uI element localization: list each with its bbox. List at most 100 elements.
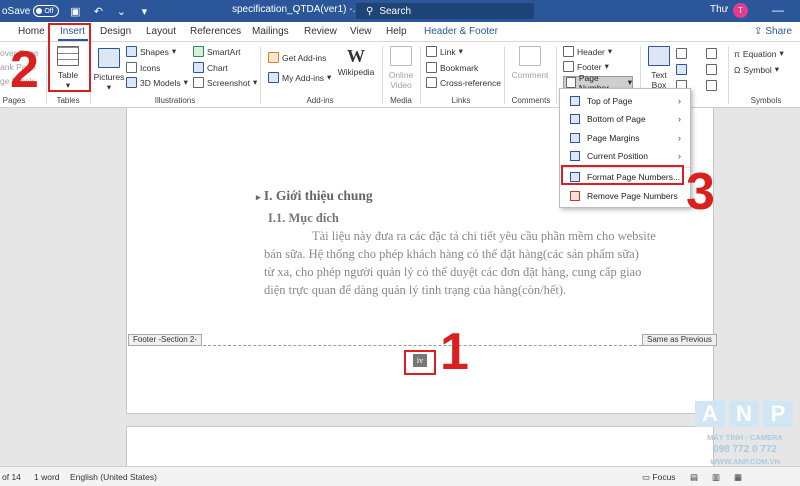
same-as-previous-tag: Same as Previous: [642, 334, 717, 346]
heading-1[interactable]: ▸ I. Giới thiệu chung: [256, 188, 373, 204]
undo-icon[interactable]: ↶: [91, 4, 105, 18]
link-button[interactable]: Link ▾: [426, 46, 463, 57]
menu-item-remove-page-numbers[interactable]: Remove Page Numbers: [560, 187, 692, 205]
paragraph-line: Tài liệu này đưa ra các đặc tả chi tiết …: [312, 229, 656, 243]
body-paragraph[interactable]: Tài liệu này đưa ra các đặc tả chi tiết …: [264, 227, 656, 299]
object-button[interactable]: [706, 80, 717, 91]
tab-references[interactable]: References: [190, 26, 241, 37]
tab-review[interactable]: Review: [304, 26, 337, 37]
chart-icon: [193, 62, 204, 73]
annotation-step-1: 1: [440, 323, 469, 381]
heading-2[interactable]: I.1. Mục đích: [268, 211, 339, 226]
tab-design[interactable]: Design: [100, 26, 131, 37]
tab-home[interactable]: Home: [18, 26, 45, 37]
search-box[interactable]: ⚲ Search: [356, 3, 534, 19]
tab-view[interactable]: View: [350, 26, 372, 37]
signature-line-button[interactable]: [706, 48, 717, 59]
menu-item-current-position[interactable]: Current Position ›: [560, 147, 692, 165]
smartart-icon: [193, 46, 204, 57]
watermark-line-2: 098 772 0 772: [713, 444, 777, 455]
group-label-symbols: Symbols: [750, 96, 782, 105]
watermark-letter: P: [763, 401, 793, 427]
bookmark-icon: [426, 62, 437, 73]
wordart-button[interactable]: [676, 64, 687, 75]
share-button[interactable]: ⇪ Share: [754, 26, 792, 37]
word-count[interactable]: 1 word: [34, 472, 60, 482]
screenshot-button[interactable]: Screenshot ▾: [193, 77, 257, 88]
minimize-button[interactable]: —: [766, 3, 790, 19]
online-video-button[interactable]: Online Video: [386, 46, 416, 90]
3d-models-icon: [126, 77, 137, 88]
icons-button[interactable]: Icons: [126, 62, 160, 73]
text-box-icon: [648, 46, 670, 66]
bookmark-button[interactable]: Bookmark: [426, 62, 478, 73]
my-add-ins-icon: [268, 72, 279, 83]
chevron-right-icon: ›: [678, 114, 681, 124]
collapse-arrow-icon[interactable]: ▸: [256, 192, 261, 202]
my-add-ins-button[interactable]: My Add-ins ▾: [268, 72, 331, 83]
tab-header-footer[interactable]: Header & Footer: [424, 26, 498, 37]
smartart-button[interactable]: SmartArt: [193, 46, 241, 57]
footer-boundary: [128, 345, 712, 346]
video-icon: [390, 46, 412, 66]
footer-button[interactable]: Footer ▾: [563, 61, 609, 72]
focus-icon: ▭: [642, 472, 651, 482]
read-mode-icon[interactable]: ▤: [690, 472, 698, 483]
focus-button[interactable]: ▭ Focus: [642, 472, 676, 483]
menu-item-page-margins[interactable]: Page Margins ›: [560, 129, 692, 147]
autosave-toggle[interactable]: Off: [33, 5, 60, 17]
language-indicator[interactable]: English (United States): [70, 472, 157, 482]
annotation-step-3: 3: [686, 163, 715, 221]
get-add-ins-button[interactable]: Get Add-ins: [268, 52, 326, 63]
chart-button[interactable]: Chart: [193, 62, 228, 73]
equation-button[interactable]: π Equation ▾: [734, 48, 784, 59]
date-time-button[interactable]: [706, 64, 717, 75]
quick-access-more-icon[interactable]: ▾: [137, 4, 151, 18]
print-layout-icon[interactable]: ▥: [712, 472, 720, 483]
document-name: specification_QTDA(ver1) -...: [232, 4, 361, 15]
shapes-button[interactable]: Shapes ▾: [126, 46, 176, 57]
tab-mailings[interactable]: Mailings: [252, 26, 289, 37]
status-bar: of 14 1 word English (United States) ▭ F…: [0, 466, 800, 486]
text-box-button[interactable]: Text Box: [646, 46, 672, 90]
footer-icon: [563, 61, 574, 72]
pictures-button[interactable]: Pictures ▾: [93, 48, 125, 93]
wikipedia-button[interactable]: W Wikipedia: [336, 46, 376, 77]
shapes-icon: [126, 46, 137, 57]
omega-icon: Ω: [734, 64, 741, 75]
save-icon[interactable]: ▣: [68, 4, 82, 18]
link-icon: [426, 46, 437, 57]
menu-item-bottom-of-page[interactable]: Bottom of Page ›: [560, 110, 692, 128]
user-name[interactable]: Thư: [710, 4, 728, 15]
paragraph-line: diện trực quan để dàng quản lý tình trạn…: [264, 283, 567, 297]
title-bar: oSave Off ▣ ↶ ⌄ ▾ specification_QTDA(ver…: [0, 0, 800, 22]
group-label-add-ins: Add-ins: [306, 96, 334, 105]
annotation-box-page-number: [404, 350, 436, 375]
current-position-icon: [570, 151, 580, 161]
watermark-letter: A: [695, 401, 725, 427]
quick-parts-button[interactable]: [676, 48, 687, 59]
page-count[interactable]: of 14: [2, 472, 21, 482]
ribbon-tabs: Home Insert Design Layout References Mai…: [0, 22, 800, 42]
header-button[interactable]: Header ▾: [563, 46, 612, 57]
avatar[interactable]: T: [733, 3, 748, 18]
3d-models-button[interactable]: 3D Models ▾: [126, 77, 188, 88]
group-label-media: Media: [390, 96, 412, 105]
redo-icon[interactable]: ⌄: [114, 4, 128, 18]
store-icon: [268, 52, 279, 63]
wikipedia-icon: W: [347, 46, 365, 66]
top-of-page-icon: [570, 96, 580, 106]
cross-reference-button[interactable]: Cross-reference: [426, 77, 501, 88]
web-layout-icon[interactable]: ▦: [734, 472, 742, 483]
footer-section-tag: Footer -Section 2-: [128, 334, 203, 346]
next-page[interactable]: [126, 426, 714, 466]
tab-layout[interactable]: Layout: [146, 26, 176, 37]
search-placeholder: Search: [379, 5, 412, 17]
page-number-menu: Top of Page › Bottom of Page › Page Marg…: [559, 88, 691, 208]
symbol-button[interactable]: Ω Symbol ▾: [734, 64, 779, 75]
watermark-logo: A N P MÁY TÍNH - CAMERA 098 772 0 772 WW…: [695, 401, 795, 467]
tab-help[interactable]: Help: [386, 26, 407, 37]
page-margins-icon: [570, 133, 580, 143]
comment-button[interactable]: Comment: [508, 46, 552, 80]
menu-item-top-of-page[interactable]: Top of Page ›: [560, 92, 692, 110]
